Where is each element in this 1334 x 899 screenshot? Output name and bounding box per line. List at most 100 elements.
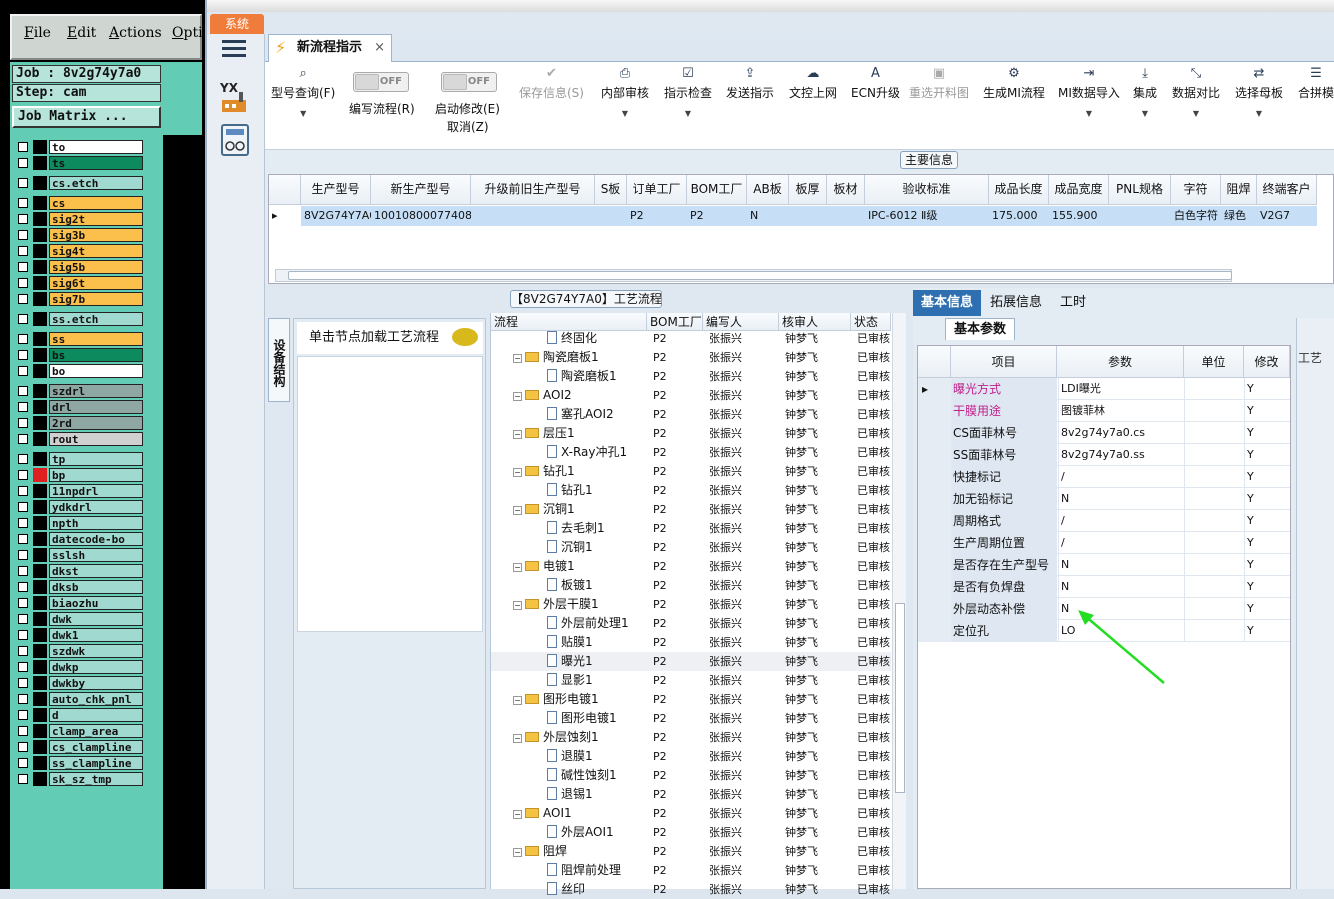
layer-checkbox[interactable] [18, 278, 28, 288]
layer-checkbox[interactable] [18, 230, 28, 240]
reselect-button[interactable]: ▣ 重选开料图 [909, 66, 969, 101]
layer-row[interactable]: cs [15, 196, 143, 210]
grid-cell[interactable] [595, 206, 627, 226]
tree-row[interactable]: 外层AOI1 P2 张振兴 钟梦飞 已审核 [491, 823, 891, 842]
layer-row[interactable]: drl [15, 400, 143, 414]
tree-row[interactable]: 终固化 P2 张振兴 钟梦飞 已审核 [491, 329, 891, 348]
param-row[interactable]: CS面菲林号 8v2g74y7a0.cs Y [918, 422, 1290, 444]
grid-cell[interactable]: 绿色 [1221, 206, 1257, 226]
tree-row[interactable]: 阻焊前处理 P2 张振兴 钟梦飞 已审核 [491, 861, 891, 880]
tree-row[interactable]: − 外层干膜1 P2 张振兴 钟梦飞 已审核 [491, 595, 891, 614]
param-row[interactable]: 是否存在生产型号 N Y [918, 554, 1290, 576]
tree-row[interactable]: 陶瓷磨板1 P2 张振兴 钟梦飞 已审核 [491, 367, 891, 386]
tree-row[interactable]: 塞孔AOI2 P2 张振兴 钟梦飞 已审核 [491, 405, 891, 424]
layer-checkbox[interactable] [18, 726, 28, 736]
tab-basic-params[interactable]: 基本参数 [945, 318, 1015, 340]
integrate-button[interactable]: ⤓ 集成 ▼ [1133, 66, 1157, 118]
tree-row[interactable]: 贴膜1 P2 张振兴 钟梦飞 已审核 [491, 633, 891, 652]
tab-process[interactable]: 工艺 [1298, 346, 1334, 370]
row-selector[interactable] [918, 466, 951, 488]
layer-checkbox[interactable] [18, 662, 28, 672]
cancel-button[interactable]: 取消(Z) [447, 118, 489, 135]
tree-row[interactable]: 板镀1 P2 张振兴 钟梦飞 已审核 [491, 576, 891, 595]
grid-header[interactable]: 成品宽度 [1049, 175, 1109, 205]
layer-row[interactable]: ydkdrl [15, 500, 143, 514]
layer-checkbox[interactable] [18, 178, 28, 188]
check-button[interactable]: ☑ 指示检查 ▼ [664, 66, 712, 118]
layer-checkbox[interactable] [18, 314, 28, 324]
layer-checkbox[interactable] [18, 198, 28, 208]
grid-header[interactable]: BOM工厂 [687, 175, 747, 205]
layer-checkbox[interactable] [18, 630, 28, 640]
layer-row[interactable]: sig2t [15, 212, 143, 226]
grid-header[interactable]: 成品长度 [989, 175, 1049, 205]
param-header[interactable]: 参数 [1057, 346, 1184, 378]
tree-row[interactable]: − 陶瓷磨板1 P2 张振兴 钟梦飞 已审核 [491, 348, 891, 367]
layer-checkbox[interactable] [18, 550, 28, 560]
system-tab[interactable]: 系统 [210, 14, 264, 34]
layer-row[interactable]: sig4t [15, 244, 143, 258]
menu-actions[interactable]: Actions [109, 25, 162, 41]
param-header[interactable]: 修改 [1244, 346, 1290, 378]
layer-row[interactable]: cs.etch [15, 176, 143, 190]
menu-edit[interactable]: Edit [67, 25, 96, 41]
layer-checkbox[interactable] [18, 262, 28, 272]
layer-row[interactable]: cs_clampline [15, 740, 143, 754]
tree-row[interactable]: − 阻焊 P2 张振兴 钟梦飞 已审核 [491, 842, 891, 861]
grid-cell[interactable]: 155.900 [1049, 206, 1109, 226]
layer-checkbox[interactable] [18, 350, 28, 360]
gen-mi-button[interactable]: ⚙ 生成MI流程 [983, 66, 1045, 101]
grid-cell[interactable]: P2 [627, 206, 687, 226]
job-matrix-button[interactable]: Job Matrix ... [12, 106, 161, 128]
row-selector[interactable] [918, 444, 951, 466]
param-row[interactable]: 生产周期位置 / Y [918, 532, 1290, 554]
layer-row[interactable]: szdrl [15, 384, 143, 398]
select-master-button[interactable]: ⇄ 选择母板 ▼ [1235, 66, 1283, 118]
grid-cell[interactable]: 175.000 [989, 206, 1049, 226]
layer-checkbox[interactable] [18, 486, 28, 496]
grid-header[interactable]: S板 [595, 175, 627, 205]
layer-checkbox[interactable] [18, 678, 28, 688]
grid-cell[interactable] [471, 206, 595, 226]
grid-cell[interactable] [827, 206, 865, 226]
tree-row[interactable]: 退锡1 P2 张振兴 钟梦飞 已审核 [491, 785, 891, 804]
tree-row[interactable]: 丝印 P2 张振兴 钟梦飞 已审核 [491, 880, 891, 899]
grid-cell[interactable]: IPC-6012 Ⅱ级 [865, 206, 989, 226]
layer-row[interactable]: sslsh [15, 548, 143, 562]
grid-header[interactable]: AB板 [747, 175, 789, 205]
collapse-icon[interactable]: − [513, 430, 522, 439]
layer-row[interactable]: dwkp [15, 660, 143, 674]
param-row[interactable]: SS面菲林号 8v2g74y7a0.ss Y [918, 444, 1290, 466]
layer-row[interactable]: ss_clampline [15, 756, 143, 770]
mi-import-button[interactable]: ⇥ MI数据导入 ▼ [1058, 66, 1120, 118]
layer-checkbox[interactable] [18, 694, 28, 704]
node-list-area[interactable] [297, 356, 483, 632]
row-selector[interactable] [918, 598, 951, 620]
grid-cell[interactable]: 8V2G74Y7A0 [301, 206, 371, 226]
grid-header[interactable]: 终端客户 [1257, 175, 1317, 205]
layer-row[interactable]: clamp_area [15, 724, 143, 738]
layer-checkbox[interactable] [18, 774, 28, 784]
layer-row[interactable]: sig5b [15, 260, 143, 274]
layer-checkbox[interactable] [18, 758, 28, 768]
layer-row[interactable]: rout [15, 432, 143, 446]
layer-checkbox[interactable] [18, 454, 28, 464]
layer-row[interactable]: auto_chk_pnl [15, 692, 143, 706]
layer-row[interactable]: npth [15, 516, 143, 530]
merge-button[interactable]: ☰ 合拼模 [1298, 66, 1334, 101]
layer-row[interactable]: dksb [15, 580, 143, 594]
layer-checkbox[interactable] [18, 386, 28, 396]
row-selector[interactable] [918, 400, 951, 422]
tree-row[interactable]: − 电镀1 P2 张振兴 钟梦飞 已审核 [491, 557, 891, 576]
row-selector[interactable]: ▸ [918, 378, 951, 400]
layer-checkbox[interactable] [18, 614, 28, 624]
layer-checkbox[interactable] [18, 246, 28, 256]
grid-header[interactable]: 订单工厂 [627, 175, 687, 205]
param-row[interactable]: 干膜用途 图镀菲林 Y [918, 400, 1290, 422]
row-selector[interactable] [918, 554, 951, 576]
layer-row[interactable]: sig3b [15, 228, 143, 242]
collapse-icon[interactable]: − [513, 354, 522, 363]
row-selector[interactable] [918, 488, 951, 510]
tree-row[interactable]: − 图形电镀1 P2 张振兴 钟梦飞 已审核 [491, 690, 891, 709]
layer-row[interactable]: bo [15, 364, 143, 378]
